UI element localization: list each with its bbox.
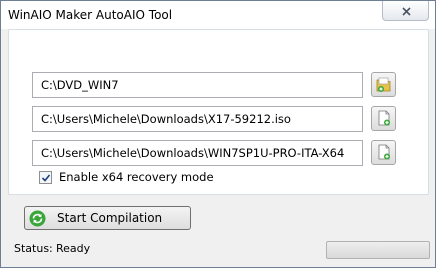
start-compilation-label: Start Compilation bbox=[57, 211, 163, 225]
folder-open-icon bbox=[376, 77, 391, 92]
image-file-field[interactable] bbox=[32, 140, 363, 166]
browse-image-button[interactable] bbox=[371, 140, 396, 165]
iso-file-input[interactable] bbox=[33, 107, 362, 131]
browse-iso-button[interactable] bbox=[371, 106, 396, 131]
browse-folder-button[interactable] bbox=[371, 72, 396, 97]
app-window: WinAIO Maker AutoAIO Tool C:\DVD_WIN7 C:… bbox=[0, 0, 436, 268]
add-file-icon bbox=[378, 110, 390, 126]
checkmark-icon bbox=[41, 174, 51, 182]
refresh-icon bbox=[29, 210, 46, 227]
status-label: Status: bbox=[14, 242, 53, 255]
iso-file-field[interactable] bbox=[32, 106, 363, 132]
start-compilation-button[interactable]: Start Compilation bbox=[24, 206, 191, 230]
close-button[interactable] bbox=[382, 1, 429, 21]
add-file-icon bbox=[378, 144, 390, 160]
title-bar[interactable]: WinAIO Maker AutoAIO Tool bbox=[1, 1, 435, 29]
source-folder-field[interactable] bbox=[32, 72, 363, 98]
x64-recovery-label[interactable]: Enable x64 recovery mode bbox=[59, 170, 214, 184]
x64-recovery-checkbox[interactable] bbox=[39, 171, 52, 184]
close-icon bbox=[402, 7, 411, 16]
image-file-input[interactable] bbox=[33, 141, 362, 165]
status-value: Ready bbox=[56, 242, 91, 255]
window-title: WinAIO Maker AutoAIO Tool bbox=[8, 8, 173, 22]
source-folder-input[interactable] bbox=[33, 73, 362, 97]
progress-bar bbox=[326, 241, 430, 259]
